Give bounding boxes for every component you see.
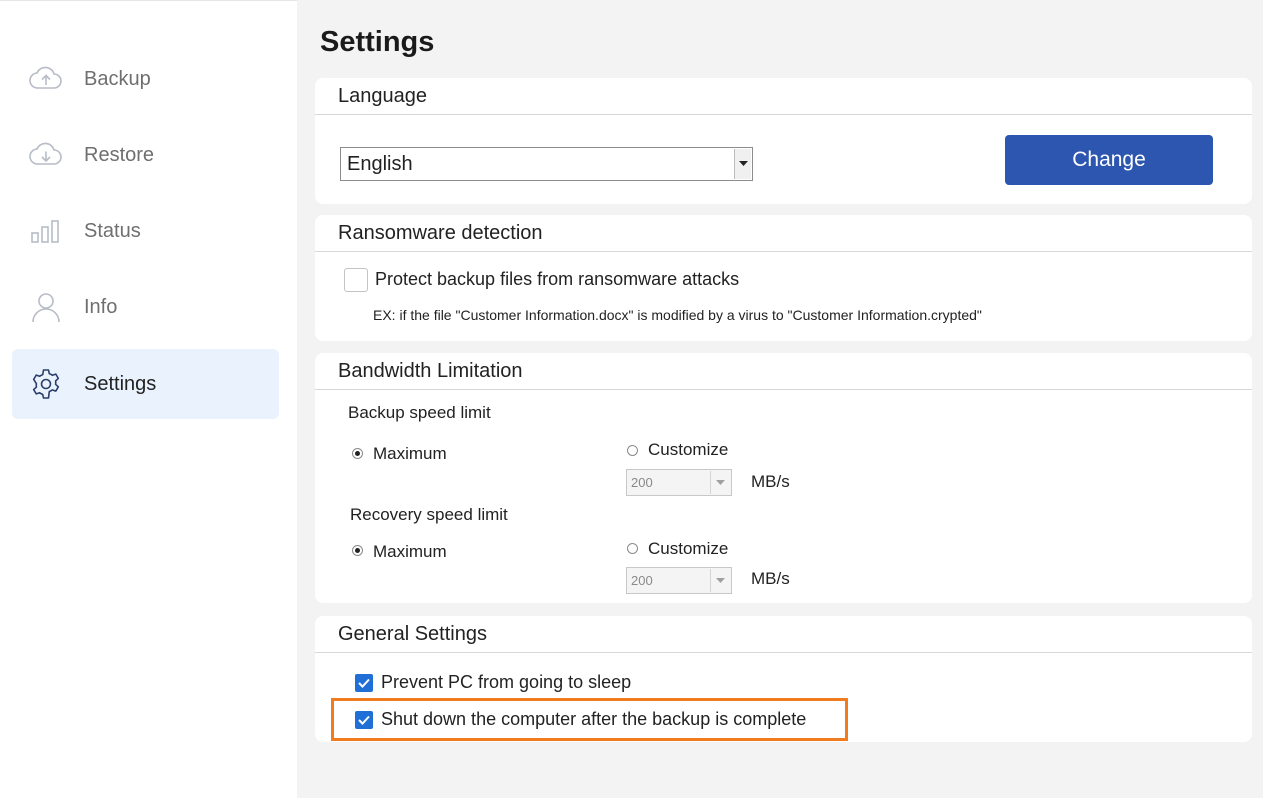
cloud-download-icon (28, 137, 64, 173)
backup-maximum-label: Maximum (373, 444, 447, 463)
page-title: Settings (320, 26, 435, 58)
language-header: Language (315, 78, 1252, 115)
sidebar-item-status[interactable]: Status (12, 196, 279, 266)
sidebar-item-label: Restore (84, 143, 155, 166)
recovery-speed-select[interactable]: 200 (626, 567, 732, 594)
backup-customize-radio[interactable] (627, 445, 638, 456)
backup-speed-value: 200 (631, 475, 653, 490)
recovery-customize-label: Customize (648, 539, 729, 558)
user-icon (28, 289, 64, 325)
checkmark-icon (358, 678, 370, 688)
backup-customize-label: Customize (648, 440, 729, 459)
ransomware-card: Ransomware detection Protect backup file… (315, 215, 1252, 341)
recovery-maximum-label: Maximum (373, 542, 447, 561)
recovery-maximum-radio[interactable] (352, 545, 363, 556)
sidebar-item-info[interactable]: Info (12, 272, 279, 342)
language-selected-value: English (347, 152, 413, 175)
ransomware-header: Ransomware detection (315, 215, 1252, 252)
backup-maximum-radio[interactable] (352, 448, 363, 459)
sidebar-item-label: Settings (84, 372, 157, 395)
bandwidth-header: Bandwidth Limitation (315, 353, 1252, 390)
bandwidth-card: Bandwidth Limitation Backup speed limit … (315, 353, 1252, 603)
recovery-speed-value: 200 (631, 573, 653, 588)
sidebar-item-label: Info (84, 295, 118, 318)
backup-speed-title: Backup speed limit (348, 403, 491, 422)
gear-icon (28, 366, 64, 402)
sidebar-item-label: Status (84, 219, 141, 242)
recovery-speed-title: Recovery speed limit (350, 505, 508, 524)
backup-speed-unit: MB/s (751, 472, 790, 491)
sidebar-item-settings[interactable]: Settings (12, 349, 279, 419)
recovery-customize-radio[interactable] (627, 543, 638, 554)
bar-chart-icon (28, 213, 64, 249)
chevron-down-icon (734, 149, 751, 179)
sidebar: Backup Restore Status Info Settings (0, 0, 297, 798)
chevron-down-icon (710, 569, 730, 592)
recovery-speed-unit: MB/s (751, 569, 790, 588)
language-card: Language English Change (315, 78, 1252, 204)
sidebar-item-restore[interactable]: Restore (12, 120, 279, 190)
backup-speed-select[interactable]: 200 (626, 469, 732, 496)
sidebar-item-backup[interactable]: Backup (12, 44, 279, 114)
chevron-down-icon (710, 471, 730, 494)
prevent-sleep-label: Prevent PC from going to sleep (381, 672, 632, 692)
language-select[interactable]: English (340, 147, 753, 181)
ransomware-option-label: Protect backup files from ransomware att… (375, 269, 740, 289)
change-button[interactable]: Change (1005, 135, 1213, 185)
cloud-upload-icon (28, 61, 64, 97)
sidebar-item-label: Backup (84, 67, 151, 90)
main-panel: Settings Language English Change Ransomw… (297, 0, 1263, 798)
highlight-box (331, 698, 848, 741)
ransomware-checkbox[interactable] (344, 268, 368, 292)
prevent-sleep-checkbox[interactable] (355, 674, 373, 692)
general-header: General Settings (315, 616, 1252, 653)
ransomware-example-text: EX: if the file "Customer Information.do… (373, 307, 982, 323)
